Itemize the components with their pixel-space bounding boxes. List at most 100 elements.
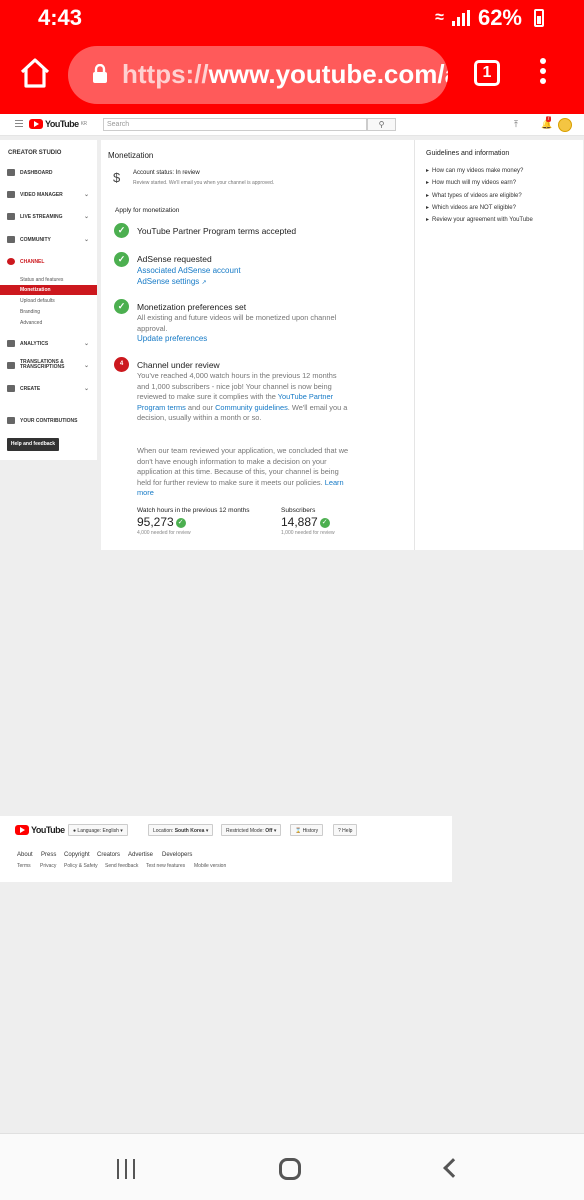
footer-link-policy-safety[interactable]: Policy & Safety bbox=[64, 863, 98, 869]
sidebar-item-live-streaming[interactable]: LIVE STREAMING ⌄ bbox=[0, 210, 97, 224]
video-manager-icon bbox=[7, 191, 15, 198]
caret-down-icon: ▾ bbox=[273, 828, 277, 834]
apply-heading: Apply for monetization bbox=[115, 207, 180, 214]
avatar[interactable] bbox=[558, 118, 572, 132]
search-input[interactable]: Search bbox=[103, 118, 367, 131]
watch-hours-requirement: 4,000 needed for review bbox=[137, 530, 191, 536]
sidebar-item-create[interactable]: CREATE ⌄ bbox=[0, 382, 97, 396]
lock-icon bbox=[93, 64, 107, 83]
dashboard-icon bbox=[7, 169, 15, 176]
sidebar-sub-advanced[interactable]: Advanced bbox=[20, 320, 42, 326]
footer-link-creators[interactable]: Creators bbox=[97, 852, 120, 858]
subscribers-value: 14,887 ✓ bbox=[281, 515, 330, 529]
account-status: Account status: In review bbox=[133, 170, 200, 176]
location-picker[interactable]: Location: South Korea ▾ bbox=[148, 824, 214, 836]
create-icon bbox=[7, 385, 15, 392]
sidebar-sub-status-and-features[interactable]: Status and features bbox=[20, 277, 63, 283]
footer-link-copyright[interactable]: Copyright bbox=[64, 852, 90, 858]
search-icon: ⚲ bbox=[378, 120, 385, 129]
associated-adsense-link[interactable]: Associated AdSense account bbox=[137, 266, 241, 275]
update-preferences-link[interactable]: Update preferences bbox=[137, 334, 207, 343]
restricted-mode-picker[interactable]: Restricted Mode: Off ▾ bbox=[221, 824, 282, 836]
status-bar: 4:43 ≈ 62% bbox=[0, 0, 584, 36]
review-held-description: When our team reviewed your application,… bbox=[137, 446, 349, 497]
home-button-icon[interactable] bbox=[279, 1158, 301, 1180]
analytics-icon bbox=[7, 340, 15, 347]
wifi-icon: ≈ bbox=[435, 9, 444, 26]
footer-link-advertise[interactable]: Advertise bbox=[128, 852, 153, 858]
sidebar-item-translations[interactable]: TRANSLATIONS & TRANSCRIPTIONS ⌄ bbox=[0, 359, 97, 377]
browser-toolbar: https://www.youtube.com/a 1 bbox=[0, 36, 584, 114]
upload-icon[interactable]: ⤒ bbox=[514, 119, 518, 130]
footer-link-terms[interactable]: Terms bbox=[17, 863, 31, 869]
contributions-icon bbox=[7, 417, 15, 424]
back-icon[interactable] bbox=[443, 1158, 463, 1178]
footer-link-press[interactable]: Press bbox=[41, 852, 56, 858]
footer-link-mobile-version[interactable]: Mobile version bbox=[194, 863, 226, 869]
step-title: Monetization preferences set bbox=[137, 302, 247, 312]
sidebar-item-analytics[interactable]: ANALYTICS ⌄ bbox=[0, 337, 97, 351]
adsense-settings-link[interactable]: AdSense settings ↗ bbox=[137, 277, 207, 286]
history-button[interactable]: ⌛ History bbox=[290, 824, 324, 836]
chevron-down-icon: ⌄ bbox=[83, 214, 89, 220]
youtube-header: YouTube KR Search ⚲ ⤒ 🔔 7 bbox=[0, 114, 584, 136]
footer-link-developers[interactable]: Developers bbox=[162, 852, 192, 858]
sidebar-title: CREATOR STUDIO bbox=[8, 150, 62, 156]
step-title: YouTube Partner Program terms accepted bbox=[137, 226, 297, 236]
overflow-menu-icon[interactable] bbox=[540, 58, 548, 88]
footer-link-about[interactable]: About bbox=[17, 852, 33, 858]
address-bar[interactable]: https://www.youtube.com/a bbox=[68, 46, 448, 104]
community-guidelines-link[interactable]: Community guidelines bbox=[215, 403, 288, 412]
youtube-play-icon bbox=[15, 825, 29, 835]
step-description: All existing and future videos will be m… bbox=[137, 313, 337, 333]
hamburger-menu-icon[interactable] bbox=[15, 120, 23, 129]
guideline-link[interactable]: What types of videos are eligible? bbox=[426, 192, 522, 199]
home-icon[interactable] bbox=[18, 56, 52, 90]
guideline-link[interactable]: Review your agreement with YouTube bbox=[426, 216, 533, 223]
chevron-down-icon: ⌄ bbox=[83, 192, 89, 198]
sidebar-item-your-contributions[interactable]: YOUR CONTRIBUTIONS bbox=[0, 414, 97, 428]
guidelines-title: Guidelines and information bbox=[426, 150, 510, 157]
guidelines-panel: Guidelines and information How can my vi… bbox=[414, 140, 583, 550]
page-title: Monetization bbox=[108, 151, 154, 160]
translate-icon bbox=[7, 362, 15, 369]
footer-link-privacy[interactable]: Privacy bbox=[40, 863, 56, 869]
help-and-feedback-button[interactable]: Help and feedback bbox=[7, 438, 59, 451]
footer-link-send-feedback[interactable]: Send feedback bbox=[105, 863, 138, 869]
guideline-link[interactable]: Which videos are NOT eligible? bbox=[426, 204, 516, 211]
chevron-down-icon: ⌄ bbox=[83, 237, 89, 243]
battery-icon bbox=[534, 9, 544, 27]
tab-switcher-button[interactable]: 1 bbox=[474, 60, 500, 86]
caret-down-icon: ▾ bbox=[205, 828, 209, 834]
sidebar-sub-upload-defaults[interactable]: Upload defaults bbox=[20, 298, 55, 304]
subscribers-label: Subscribers bbox=[281, 507, 316, 514]
youtube-logo[interactable]: YouTube KR bbox=[29, 119, 87, 129]
guideline-link[interactable]: How much will my videos earn? bbox=[426, 179, 516, 186]
hourglass-icon: ⌛ bbox=[295, 828, 302, 834]
check-icon: ✓ bbox=[114, 252, 129, 267]
channel-icon bbox=[7, 258, 15, 265]
sidebar-item-channel[interactable]: CHANNEL bbox=[0, 255, 97, 269]
sidebar-item-community[interactable]: COMMUNITY ⌄ bbox=[0, 233, 97, 247]
footer-youtube-logo[interactable]: YouTube bbox=[15, 825, 65, 835]
guideline-link[interactable]: How can my videos make money? bbox=[426, 167, 523, 174]
sidebar-sub-monetization[interactable]: Monetization bbox=[0, 285, 97, 295]
help-button[interactable]: ? Help bbox=[333, 824, 358, 836]
subscribers-requirement: 1,000 needed for review bbox=[281, 530, 335, 536]
sidebar-item-dashboard[interactable]: DASHBOARD bbox=[0, 166, 97, 180]
language-picker[interactable]: ● Language: English ▾ bbox=[68, 824, 128, 836]
step-number-badge: 4 bbox=[114, 357, 129, 372]
help-icon: ? bbox=[338, 828, 341, 834]
community-icon bbox=[7, 236, 15, 243]
sidebar-sub-branding[interactable]: Branding bbox=[20, 309, 40, 315]
signal-icon bbox=[451, 10, 470, 26]
check-icon: ✓ bbox=[114, 223, 129, 238]
search-button[interactable]: ⚲ bbox=[367, 118, 396, 131]
step-title: Channel under review bbox=[137, 360, 220, 370]
footer-link-test-new-features[interactable]: Test new features bbox=[146, 863, 185, 869]
youtube-play-icon bbox=[29, 119, 43, 129]
sidebar-item-video-manager[interactable]: VIDEO MANAGER ⌄ bbox=[0, 188, 97, 202]
system-navigation-bar bbox=[0, 1133, 584, 1200]
battery-percent: 62% bbox=[477, 5, 522, 30]
recent-apps-icon[interactable] bbox=[117, 1159, 137, 1179]
